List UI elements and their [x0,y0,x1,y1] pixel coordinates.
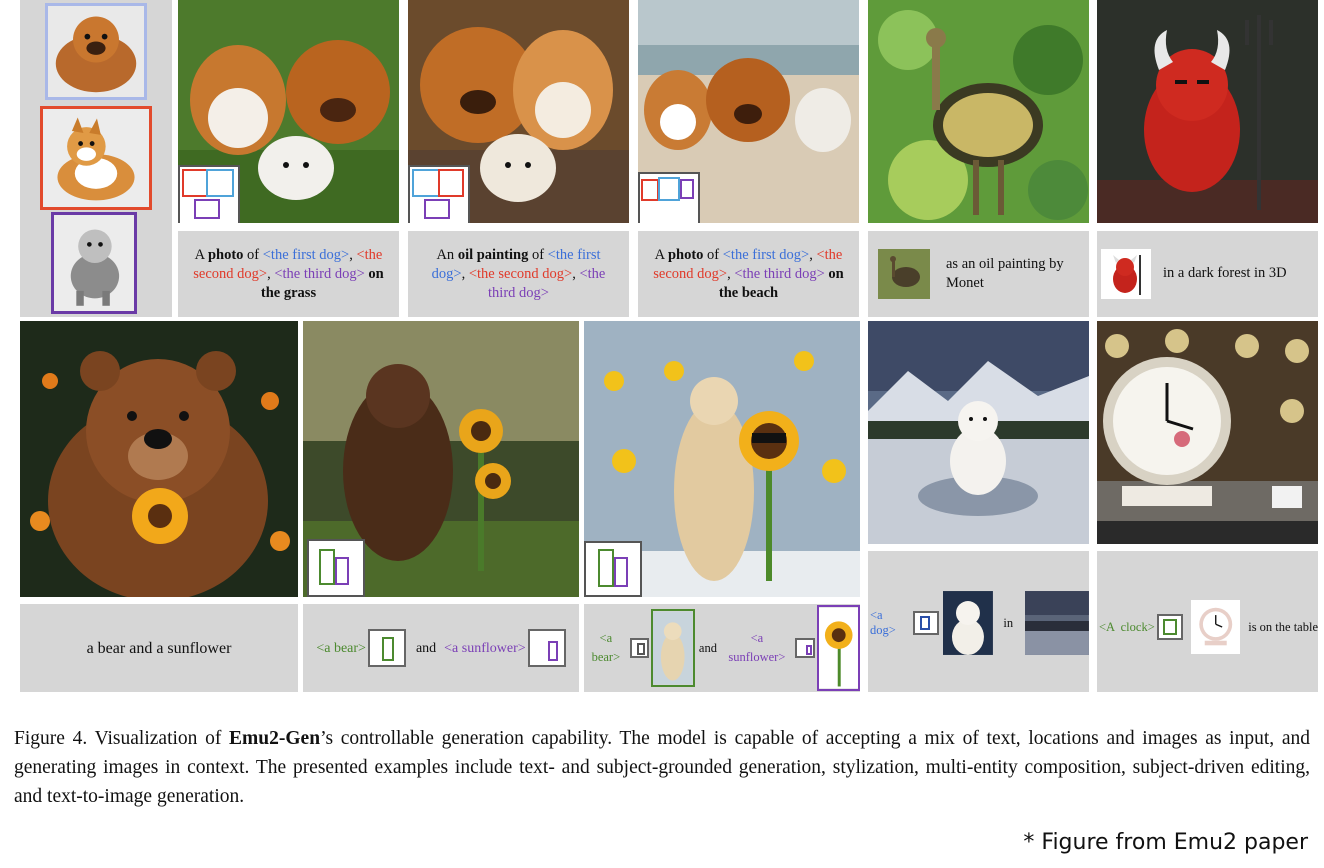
layout-box-thumbnail [408,165,470,223]
dog-layout-box [913,611,940,635]
entity-dog: <a dog> [870,608,896,637]
generated-dogs-beach-image [638,0,859,223]
generated-dogs-grass-image [178,0,399,223]
caption-dogs-grass: A photo of <the first dog>, <the second … [178,231,399,317]
caption-text: of [243,246,263,263]
caption-text: and [415,640,437,656]
caption-text: as an oil painting by Monet [946,256,1064,291]
caption-text: A [194,246,208,263]
caption-bear-sunflower: a bear and a sunflower [20,604,298,692]
caption-bear-sunflower-layout: <a bear> and <a sunflower> [303,604,579,692]
caption-text: Visualization of [87,728,230,749]
generated-ostrich-monet-image [868,0,1089,223]
generated-dogs-oil-painting-image [408,0,629,223]
figure-label: Figure 4. [14,728,88,749]
entity-first-dog: <the first dog> [262,246,350,263]
layout-box-thumbnail [584,541,642,597]
polar-bear-thumbnail [651,609,695,687]
generated-bear-sunflower-layout-image [303,321,579,597]
sunflower-layout-box [527,629,566,667]
caption-dogs-beach: A photo of <the first dog>, <the second … [638,231,859,317]
bear-layout-box [367,629,406,667]
bear-layout-box [629,638,650,658]
layout-box-thumbnail [638,172,700,223]
entity-first-dog: <the first dog> [722,246,810,263]
entity-third-dog: <the third dog> [274,265,365,282]
reference-dogs-panel [20,0,172,317]
caption-text: , [461,265,469,282]
caption-bold: photo [667,246,704,263]
caption-dog-in-scene: <a dog> in [868,551,1089,692]
entity-sunflower: <a sunflower> [728,631,786,664]
entity-bear: <a bear> [316,640,366,656]
sunflower-thumbnail [816,605,860,691]
ostrich-thumbnail [878,249,930,299]
caption-text: in [1003,615,1014,630]
ref-dog-1 [45,3,147,100]
clock-thumbnail [1190,600,1241,654]
entity-second-dog: <the second dog> [468,265,573,282]
caption-bold: photo [207,246,244,263]
entity-sunflower: <a sunflower> [444,640,526,656]
clock-entity-row: <A clock> is on the table [1097,599,1318,655]
layout-box-thumbnail [178,165,240,223]
caption-dark-forest: in a dark forest in 3D [1097,231,1318,317]
generated-clock-table-image [1097,321,1318,544]
caption-text: of [528,246,548,263]
caption-polar-bear-sunflower: <a bear> and <a sunflower> [584,604,860,692]
sunflower-layout-box [794,638,815,658]
generated-dog-mountain-lake-image [868,321,1089,544]
figure-caption: Figure 4. Visualization of Emu2-Gen’s co… [14,724,1310,811]
caption-text: An [436,246,458,263]
entity-clock: <A clock> [1099,619,1155,634]
caption-text: is on the table [1248,619,1318,634]
caption-text: of [703,246,723,263]
caption-text: in a dark forest in 3D [1163,265,1287,281]
dog-entity-row: <a dog> in [868,591,1089,655]
generated-red-devil-image [1097,0,1318,223]
caption-clock-on-table: <A clock> is on the table [1097,551,1318,692]
caption-text: A [654,246,668,263]
ref-dog-2 [40,106,152,210]
entity-third-dog: <the third dog> [734,265,825,282]
caption-bold: oil painting [457,246,529,263]
caption-text: a bear and a sunflower [86,639,232,657]
lake-thumbnail [1025,591,1089,655]
caption-text: , [809,246,813,263]
figure-credit: * Figure from Emu2 paper [1023,830,1308,855]
caption-text: and [698,640,717,655]
ref-dog-3 [51,212,137,314]
devil-thumbnail [1101,249,1151,299]
caption-text: , [349,246,353,263]
caption-monet: as an oil painting by Monet [868,231,1089,317]
caption-dogs-oil-painting: An oil painting of <the first dog>, <the… [408,231,629,317]
dog-thumbnail [943,591,994,655]
model-name: Emu2-Gen [229,728,321,749]
clock-layout-box [1156,614,1183,640]
generated-bear-sunflower-image [20,321,298,597]
generated-polar-bear-sunflower-image [584,321,860,597]
layout-box-thumbnail [307,539,365,597]
entity-bear: <a bear> [591,631,621,664]
